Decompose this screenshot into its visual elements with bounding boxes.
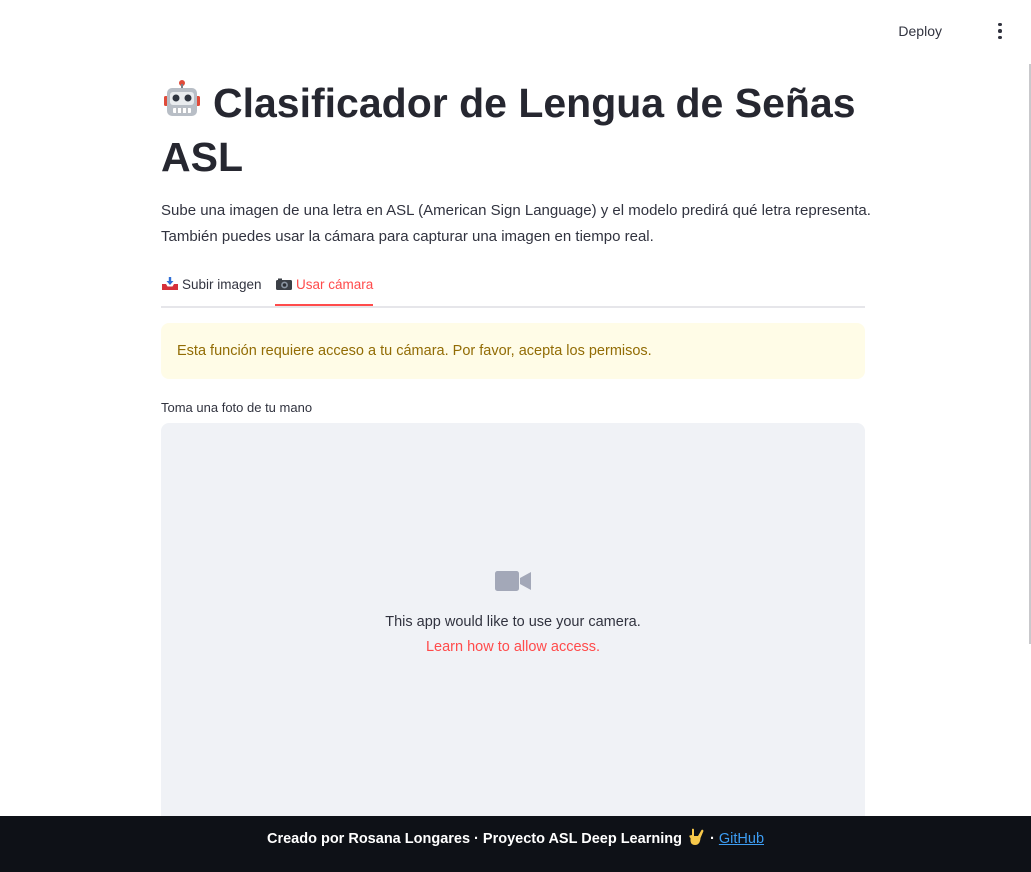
robot-icon bbox=[164, 80, 200, 116]
sign-of-horns-icon bbox=[689, 828, 704, 845]
camera-input-label: Toma una foto de tu mano bbox=[161, 400, 313, 415]
top-toolbar: Deploy bbox=[0, 0, 1031, 60]
github-link[interactable]: GitHub bbox=[719, 831, 764, 847]
kebab-menu-icon[interactable] bbox=[993, 20, 1007, 42]
inbox-tray-icon bbox=[162, 277, 178, 290]
camera-permission-message: This app would like to use your camera. bbox=[385, 614, 641, 630]
deploy-button[interactable]: Deploy bbox=[898, 20, 942, 42]
tab-bar: Subir imagen Usar cámara bbox=[161, 270, 865, 308]
camera-icon bbox=[276, 278, 292, 290]
description-line-2: También puedes usar la cámara para captu… bbox=[161, 227, 654, 245]
video-camera-icon bbox=[495, 571, 531, 591]
tab-upload-image-label: Subir imagen bbox=[182, 277, 262, 292]
camera-permission-warning: Esta función requiere acceso a tu cámara… bbox=[161, 323, 865, 379]
tab-use-camera-label: Usar cámara bbox=[296, 277, 374, 292]
camera-input-panel[interactable]: This app would like to use your camera. … bbox=[161, 423, 865, 843]
tab-use-camera[interactable]: Usar cámara bbox=[275, 270, 374, 306]
footer: Creado por Rosana Longares · Proyecto AS… bbox=[0, 816, 1031, 872]
footer-separator: · bbox=[710, 831, 715, 847]
page-title-text: Clasificador de Lengua de Señas ASL bbox=[161, 80, 856, 180]
footer-text: Creado por Rosana Longares · Proyecto AS… bbox=[266, 831, 682, 847]
page-description: Sube una imagen de una letra en ASL (Ame… bbox=[161, 198, 881, 249]
allow-access-link[interactable]: Learn how to allow access. bbox=[161, 636, 865, 658]
description-line-1: Sube una imagen de una letra en ASL (Ame… bbox=[161, 202, 871, 219]
page-title: Clasificador de Lengua de Señas ASL bbox=[161, 76, 865, 184]
tab-upload-image[interactable]: Subir imagen bbox=[161, 270, 262, 304]
